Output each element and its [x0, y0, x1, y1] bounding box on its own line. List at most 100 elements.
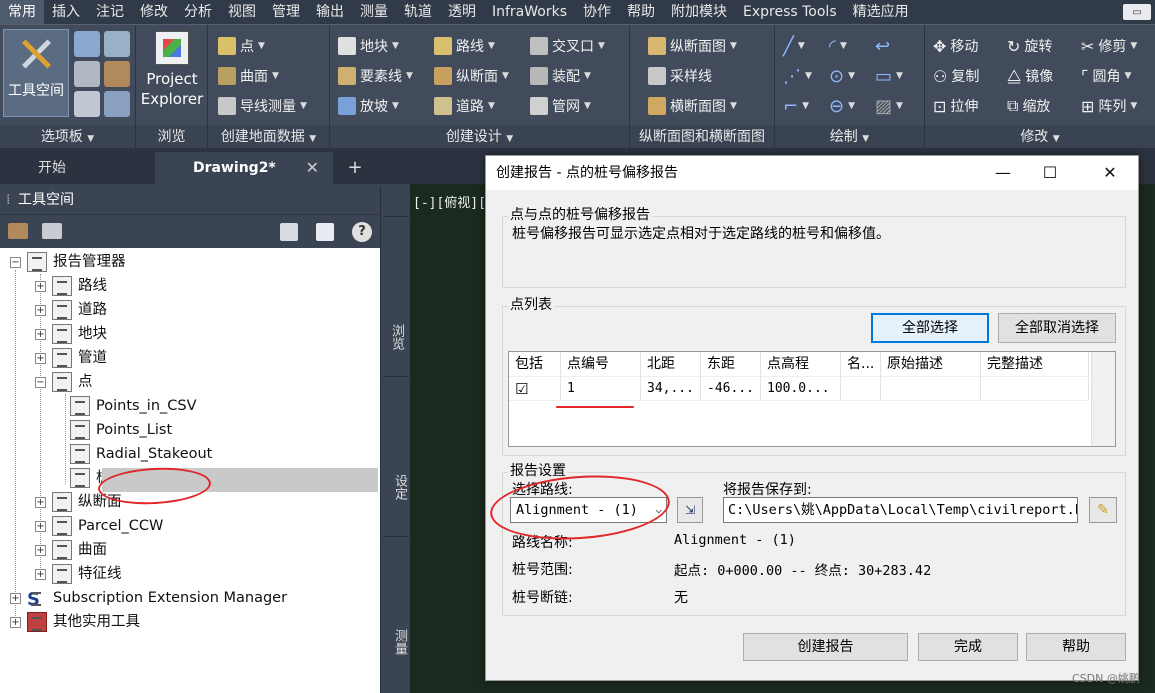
minimize-icon[interactable]: — [980, 156, 1026, 190]
copy-button[interactable]: ⚇ 复制 [933, 65, 979, 87]
expand-icon[interactable]: + [35, 496, 46, 508]
feature-line-menu[interactable]: 要素线 ▼ [338, 65, 413, 87]
ribbon-tab[interactable]: 修改 [132, 0, 176, 24]
panel-design-label[interactable]: 创建设计 ▼ [330, 125, 629, 149]
parcel-menu[interactable]: 地块 ▼ [338, 35, 399, 57]
pick-alignment-icon[interactable]: ⇲ [677, 497, 703, 523]
panel-modify-label[interactable]: 修改 ▼ [925, 125, 1155, 149]
ribbon-tab[interactable]: 常用 [0, 0, 44, 24]
tree-item[interactable]: + 道路 [35, 298, 107, 322]
assembly-menu[interactable]: 装配 ▼ [530, 65, 591, 87]
select-all-button[interactable]: 全部选择 [871, 313, 989, 343]
hatch-tool[interactable]: ▨ ▼ [875, 95, 903, 117]
tab-prospector[interactable]: 浏览 [383, 216, 409, 396]
ribbon-tab[interactable]: 协作 [575, 0, 619, 24]
tree-item[interactable]: + 管道 [35, 346, 107, 370]
tree-item[interactable]: + 路线 [35, 274, 107, 298]
help-button[interactable]: 帮助 [1026, 633, 1126, 661]
column-header[interactable]: 北距 [641, 352, 701, 376]
list-view-icon[interactable] [316, 223, 334, 241]
tree-item[interactable]: Points_List [60, 418, 172, 442]
ribbon-tab[interactable]: 测量 [352, 0, 396, 24]
panel-draw-label[interactable]: 绘制 ▼ [775, 125, 924, 149]
points-menu[interactable]: 点 ▼ [218, 35, 265, 57]
alignment-menu[interactable]: 路线 ▼ [434, 35, 495, 57]
table-icon[interactable] [74, 91, 100, 117]
scale-button[interactable]: ⧉ 缩放 [1007, 95, 1050, 117]
point-tool[interactable]: ⋰ ▼ [783, 65, 812, 87]
tab-drawing2[interactable]: Drawing2* ✕ [155, 152, 333, 184]
spline-tool[interactable]: ⌐ ▼ [783, 95, 809, 117]
properties-icon[interactable] [104, 91, 130, 117]
intersection-menu[interactable]: 交叉口 ▼ [530, 35, 605, 57]
done-button[interactable]: 完成 [918, 633, 1018, 661]
help-icon[interactable]: ? [352, 222, 372, 242]
circle-tool[interactable]: ⊙ ▼ [829, 65, 855, 87]
close-icon[interactable]: ✕ [1087, 156, 1133, 190]
ribbon-tab[interactable]: 插入 [44, 0, 88, 24]
profile-view-menu[interactable]: 纵断面图 ▼ [648, 35, 737, 57]
collapse-icon[interactable]: − [10, 256, 21, 268]
ribbon-tab[interactable]: 管理 [264, 0, 308, 24]
tree-item[interactable]: Points_in_CSV [60, 394, 197, 418]
panel-ground-label[interactable]: 创建地面数据 ▼ [208, 125, 329, 149]
ribbon-tab[interactable]: 轨道 [396, 0, 440, 24]
tab-settings[interactable]: 设定 [383, 376, 409, 536]
move-button[interactable]: ✥ 移动 [933, 35, 978, 57]
tree-item[interactable]: + 地块 [35, 322, 107, 346]
trim-button[interactable]: ✂ 修剪 ▼ [1081, 35, 1137, 57]
tree-view-icon[interactable] [280, 223, 298, 241]
grading-menu[interactable]: 放坡 ▼ [338, 95, 399, 117]
ribbon-tab[interactable]: 视图 [220, 0, 264, 24]
browse-folder-icon[interactable]: ✎ [1089, 497, 1117, 523]
ribbon-tab[interactable]: InfraWorks [484, 0, 575, 24]
expand-icon[interactable]: + [10, 616, 21, 628]
new-tab-icon[interactable]: + [344, 158, 366, 178]
ribbon-minimize-icon[interactable]: ▭ [1123, 4, 1151, 20]
toolbox-icon[interactable] [8, 223, 28, 239]
expand-icon[interactable]: + [35, 280, 46, 292]
line-tool[interactable]: ╱ ▼ [783, 35, 805, 57]
tab-survey[interactable]: 测量 [383, 536, 409, 686]
column-header[interactable]: 点编号 [561, 352, 641, 376]
expand-icon[interactable]: + [35, 328, 46, 340]
ribbon-tab[interactable]: 透明 [440, 0, 484, 24]
expand-icon[interactable]: + [10, 592, 21, 604]
mirror-button[interactable]: ⧋ 镜像 [1007, 65, 1053, 87]
expand-icon[interactable]: + [35, 304, 46, 316]
prospector-icon[interactable] [74, 31, 100, 57]
section-view-menu[interactable]: 横断面图 ▼ [648, 95, 737, 117]
polyline-tool[interactable]: ↩ [875, 35, 890, 57]
collapse-icon[interactable]: − [35, 376, 46, 388]
ribbon-tab[interactable]: 附加模块 [663, 0, 735, 24]
include-checkbox[interactable]: ☑ [509, 376, 561, 400]
expand-icon[interactable]: + [35, 520, 46, 532]
stretch-button[interactable]: ⊡ 拉伸 [933, 95, 978, 117]
rectangle-tool[interactable]: ▭ ▼ [875, 65, 903, 87]
project-explorer-button[interactable]: Project Explorer [140, 31, 204, 117]
column-header[interactable]: 东距 [701, 352, 761, 376]
traverse-menu[interactable]: 导线测量 ▼ [218, 95, 307, 117]
column-header[interactable]: 原始描述 [881, 352, 981, 376]
dialog-titlebar[interactable]: 创建报告 - 点的桩号偏移报告 — ☐ ✕ [486, 156, 1138, 190]
tree-item[interactable]: − 点 [35, 370, 93, 394]
column-header[interactable]: 点高程 [761, 352, 841, 376]
panel-palettes-label[interactable]: 选项板 ▼ [0, 125, 135, 149]
save-path-input[interactable]: C:\Users\姚\AppData\Local\Temp\civilrepor… [723, 497, 1078, 523]
ribbon-tab[interactable]: 分析 [176, 0, 220, 24]
ellipse-tool[interactable]: ⊖ ▼ [829, 95, 855, 117]
column-header[interactable]: 完整描述 [981, 352, 1089, 376]
column-header[interactable]: 名... [841, 352, 881, 376]
viewport-controls[interactable]: [-][俯视][ [413, 192, 486, 211]
column-header[interactable]: 包括 [509, 352, 561, 376]
settings-icon[interactable] [104, 31, 130, 57]
expand-icon[interactable]: + [35, 544, 46, 556]
survey-icon[interactable] [74, 61, 100, 87]
toolbox-icon[interactable] [104, 61, 130, 87]
sample-lines-button[interactable]: 采样线 [648, 65, 712, 87]
tree-item[interactable]: − 报告管理器 [10, 250, 126, 274]
ribbon-tab[interactable]: 精选应用 [845, 0, 917, 24]
tree-item[interactable]: + 特征线 [35, 562, 122, 586]
tree-item[interactable]: + Parcel_CCW [35, 514, 163, 538]
grip-icon[interactable]: ⁞ [6, 186, 10, 214]
